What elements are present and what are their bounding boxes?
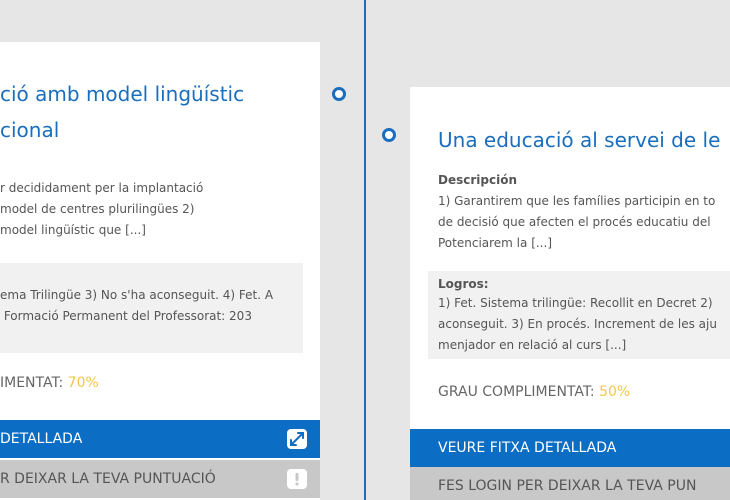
timeline-stage: ció amb model lingüístic cional r decidi…: [0, 0, 730, 500]
card-title: Una educació al servei de le: [438, 128, 721, 152]
rate-button-label: R DEIXAR LA TEVA PUNTUACIÓ: [0, 471, 216, 487]
card-goals-box: ema Trilingüe 3) No s'ha aconseguit. 4) …: [0, 263, 303, 353]
timeline-card-right: Una educació al servei de le Descripción…: [410, 87, 730, 500]
card-goals-text: ema Trilingüe 3) No s'ha aconseguit. 4) …: [0, 288, 274, 323]
card-goals-box: Logros: 1) Fet. Sistema trilingüe: Recol…: [428, 271, 730, 359]
card-goals-label: Logros:: [438, 277, 489, 291]
expand-icon: [287, 429, 307, 449]
card-grau-complimentat: GRAU COMPLIMENTAT: 50%: [438, 384, 630, 400]
detail-button-label: VEURE FITXA DETALLADA: [438, 440, 617, 456]
timeline-dot-icon: [332, 87, 346, 101]
rate-button[interactable]: FES LOGIN PER DEIXAR LA TEVA PUN: [410, 467, 730, 500]
card-title-line1: ció amb model lingüístic: [0, 82, 245, 106]
grau-label: GRAU COMPLIMENTAT:: [438, 384, 595, 400]
timeline-card-left: ció amb model lingüístic cional r decidi…: [0, 42, 320, 500]
card-description-text: r decididament per la implantació model …: [0, 181, 204, 237]
grau-percent: 70%: [67, 375, 99, 391]
card-title-line2: cional: [0, 118, 60, 142]
card-goals-text: 1) Fet. Sistema trilingüe: Recollit en D…: [438, 296, 717, 352]
timeline-dot-icon: [382, 128, 396, 142]
exclamation-icon: [287, 469, 307, 489]
rate-button[interactable]: R DEIXAR LA TEVA PUNTUACIÓ: [0, 460, 320, 498]
detail-button-label: DETALLADA: [0, 431, 83, 447]
card-description-text: 1) Garantirem que les famílies participi…: [438, 194, 716, 250]
card-grau-complimentat: IMENTAT: 70%: [0, 375, 99, 391]
grau-percent: 50%: [599, 384, 631, 400]
timeline-line: [364, 0, 366, 500]
rate-button-label: FES LOGIN PER DEIXAR LA TEVA PUN: [438, 478, 697, 494]
detail-button[interactable]: VEURE FITXA DETALLADA: [410, 429, 730, 467]
card-description-label: Descripción: [438, 173, 517, 187]
detail-button[interactable]: DETALLADA: [0, 420, 320, 458]
grau-label: IMENTAT:: [0, 375, 64, 391]
